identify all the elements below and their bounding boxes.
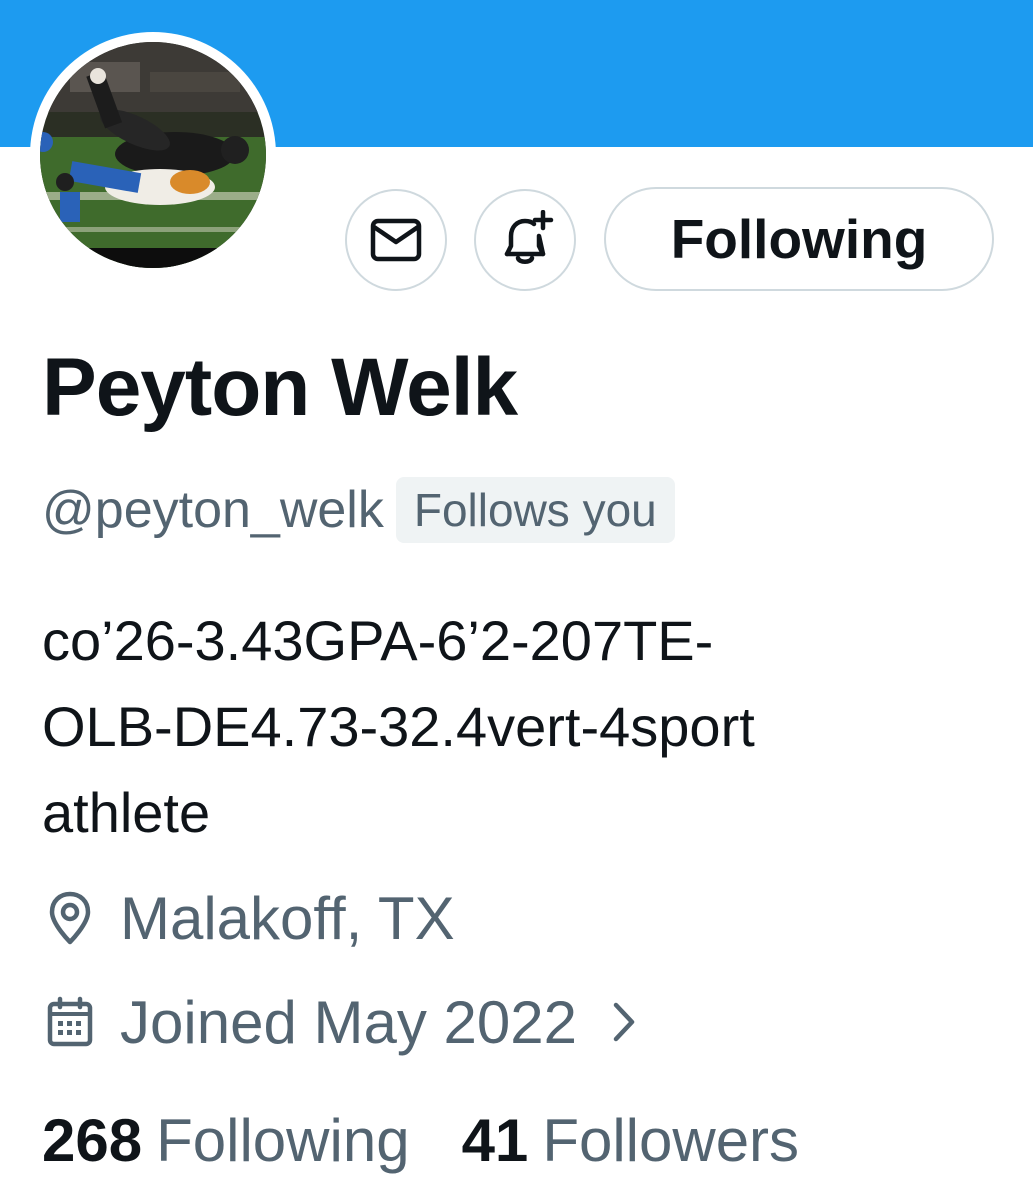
profile-page: Following Peyton Welk @peyton_welk Follo… [0, 0, 1033, 1200]
profile-handle: @peyton_welk [42, 481, 384, 539]
profile-name: Peyton Welk [42, 342, 518, 433]
joined-row[interactable]: Joined May 2022 [46, 986, 637, 1058]
follow-stats: 268 Following 41 Followers [42, 1100, 799, 1180]
notifications-button[interactable] [474, 189, 576, 291]
following-button[interactable]: Following [604, 187, 994, 291]
following-label: Following [156, 1106, 410, 1174]
following-count: 268 [42, 1106, 143, 1174]
bio-line: athlete [42, 781, 211, 844]
following-stat-link[interactable]: 268 Following [42, 1106, 410, 1175]
followers-count: 41 [461, 1106, 529, 1174]
joined-text: Joined May 2022 [120, 988, 577, 1056]
envelope-icon [370, 218, 422, 262]
followers-label: Followers [542, 1106, 800, 1174]
profile-bio: co’26-3.43GPA-6’2-207TE- OLB-DE4.73-32.4… [42, 598, 1002, 856]
message-button[interactable] [345, 189, 447, 291]
avatar[interactable] [40, 42, 266, 268]
location-text: Malakoff, TX [120, 884, 455, 952]
location-pin-icon [49, 891, 91, 945]
chevron-right-icon[interactable] [611, 1000, 637, 1044]
handle-row: @peyton_welk Follows you [42, 474, 675, 546]
bio-line: OLB-DE4.73-32.4vert-4sport [42, 695, 755, 758]
followers-stat-link[interactable]: 41 Followers [462, 1106, 799, 1175]
bio-line: co’26-3.43GPA-6’2-207TE- [42, 609, 714, 672]
bell-plus-icon [504, 210, 554, 264]
calendar-icon [47, 996, 93, 1047]
follows-you-badge: Follows you [395, 477, 675, 543]
avatar-photo [40, 42, 266, 268]
location-row: Malakoff, TX [46, 882, 455, 954]
